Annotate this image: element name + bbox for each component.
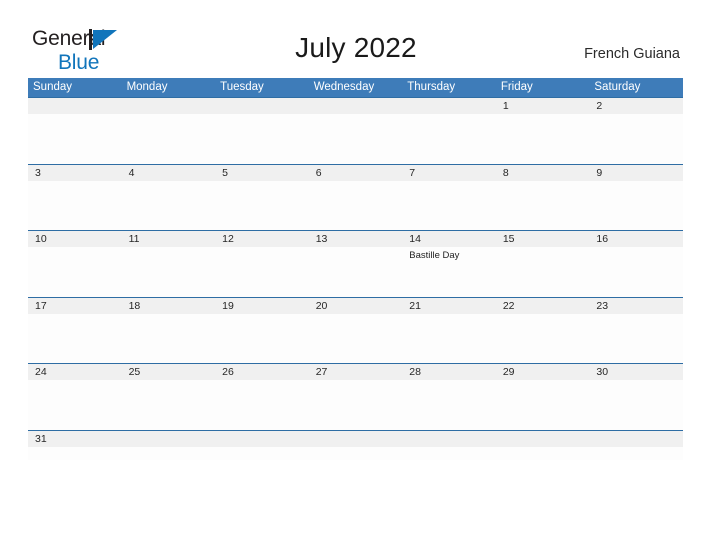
calendar-day-cell[interactable]: 7 <box>402 165 496 231</box>
calendar-day-cell[interactable]: 15 <box>496 231 590 297</box>
page-header: General Blue July 2022 French Guiana <box>0 0 712 76</box>
calendar-day-cell[interactable] <box>122 98 216 164</box>
calendar-day-cell[interactable]: 22 <box>496 298 590 364</box>
calendar-week-row: 24 25 26 27 28 29 30 <box>28 363 683 430</box>
calendar-week-row: 1 2 <box>28 97 683 164</box>
week-days: 31 <box>28 431 683 460</box>
calendar-day-cell[interactable] <box>496 431 590 460</box>
day-number: 30 <box>596 366 609 378</box>
calendar-day-cell[interactable] <box>309 98 403 164</box>
calendar-day-cell[interactable]: 16 <box>589 231 683 297</box>
day-number: 15 <box>502 233 515 245</box>
calendar-day-cell[interactable]: 2 <box>589 98 683 164</box>
day-number: 29 <box>502 366 515 378</box>
calendar-grid: Sunday Monday Tuesday Wednesday Thursday… <box>28 78 683 460</box>
day-number: 1 <box>502 100 509 112</box>
weekday-header-sunday: Sunday <box>33 81 73 93</box>
calendar-day-cell[interactable] <box>402 98 496 164</box>
day-number: 31 <box>35 432 47 445</box>
calendar-day-cell[interactable]: 26 <box>215 364 309 430</box>
calendar-day-cell[interactable]: 24 <box>28 364 122 430</box>
calendar-day-cell-bastille[interactable]: 14 Bastille Day <box>402 231 496 297</box>
day-number: 13 <box>315 233 328 245</box>
day-number: 17 <box>35 299 47 312</box>
calendar-day-cell[interactable]: 5 <box>215 165 309 231</box>
day-number: 7 <box>409 166 416 179</box>
weekday-header-row: Sunday Monday Tuesday Wednesday Thursday… <box>28 78 683 97</box>
day-number: 24 <box>35 366 47 378</box>
day-number: 18 <box>128 299 141 312</box>
weekday-header-monday: Monday <box>126 81 168 93</box>
calendar-week-row: 3 4 5 6 7 8 9 <box>28 163 683 231</box>
calendar-day-cell[interactable] <box>215 431 309 460</box>
calendar-day-cell[interactable]: 31 <box>28 431 122 460</box>
calendar-week-row: 31 <box>28 429 683 460</box>
calendar-day-cell[interactable]: 18 <box>122 298 216 364</box>
calendar-day-cell[interactable]: 13 <box>309 231 403 297</box>
week-days: 24 25 26 27 28 29 30 <box>28 364 683 430</box>
day-number: 11 <box>128 233 140 245</box>
day-number: 6 <box>315 166 322 179</box>
calendar-day-cell[interactable]: 27 <box>309 364 403 430</box>
calendar-day-cell[interactable] <box>402 431 496 460</box>
weekday-header-saturday: Saturday <box>594 81 641 93</box>
day-number: 10 <box>35 233 47 245</box>
day-number: 21 <box>409 299 421 312</box>
day-number: 16 <box>596 233 609 245</box>
day-number: 22 <box>502 299 515 312</box>
day-event: Bastille Day <box>409 250 460 261</box>
calendar-week-row: 17 18 19 20 21 22 23 <box>28 296 683 364</box>
day-number: 23 <box>596 299 609 312</box>
day-number: 9 <box>596 166 603 179</box>
calendar-day-cell[interactable] <box>215 98 309 164</box>
day-number: 28 <box>409 366 421 378</box>
week-days: 1 2 <box>28 98 683 164</box>
calendar-day-cell[interactable]: 6 <box>309 165 403 231</box>
calendar-week-row: 10 11 12 13 14 Bastille Day 15 16 <box>28 230 683 297</box>
calendar-day-cell[interactable]: 8 <box>496 165 590 231</box>
calendar-day-cell[interactable]: 19 <box>215 298 309 364</box>
day-number: 14 <box>409 233 421 245</box>
calendar-day-cell[interactable]: 20 <box>309 298 403 364</box>
day-number: 19 <box>222 299 234 312</box>
weekday-header-wednesday: Wednesday <box>313 81 375 93</box>
day-number: 20 <box>315 299 328 312</box>
calendar-day-cell[interactable]: 4 <box>122 165 216 231</box>
region-label: French Guiana <box>584 46 680 62</box>
calendar-day-cell[interactable]: 25 <box>122 364 216 430</box>
day-number: 26 <box>222 366 234 378</box>
day-events: Bastille Day <box>409 250 496 262</box>
calendar-day-cell[interactable]: 23 <box>589 298 683 364</box>
day-number: 12 <box>222 233 234 245</box>
week-days: 3 4 5 6 7 8 9 <box>28 165 683 231</box>
day-number: 4 <box>128 166 135 179</box>
day-number: 2 <box>596 100 603 112</box>
day-number: 27 <box>315 366 328 378</box>
calendar-day-cell[interactable]: 29 <box>496 364 590 430</box>
calendar-day-cell[interactable]: 10 <box>28 231 122 297</box>
calendar-day-cell[interactable] <box>28 98 122 164</box>
week-days: 17 18 19 20 21 22 23 <box>28 298 683 364</box>
week-days: 10 11 12 13 14 Bastille Day 15 16 <box>28 231 683 297</box>
calendar-day-cell[interactable]: 30 <box>589 364 683 430</box>
calendar-day-cell[interactable]: 9 <box>589 165 683 231</box>
calendar-day-cell[interactable]: 11 <box>122 231 216 297</box>
calendar-day-cell[interactable] <box>309 431 403 460</box>
weekday-header-tuesday: Tuesday <box>220 81 264 93</box>
weekday-header-thursday: Thursday <box>407 81 456 93</box>
calendar-day-cell[interactable] <box>589 431 683 460</box>
calendar-day-cell[interactable]: 1 <box>496 98 590 164</box>
calendar-page: General Blue July 2022 French Guiana Sun… <box>0 0 712 550</box>
calendar-day-cell[interactable]: 17 <box>28 298 122 364</box>
day-number: 8 <box>502 166 509 179</box>
calendar-day-cell[interactable]: 3 <box>28 165 122 231</box>
day-number: 3 <box>35 166 41 179</box>
calendar-day-cell[interactable]: 12 <box>215 231 309 297</box>
calendar-day-cell[interactable]: 21 <box>402 298 496 364</box>
weekday-header-friday: Friday <box>500 81 533 93</box>
calendar-day-cell[interactable]: 28 <box>402 364 496 430</box>
calendar-day-cell[interactable] <box>122 431 216 460</box>
day-number: 5 <box>222 166 228 179</box>
day-number: 25 <box>128 366 141 378</box>
